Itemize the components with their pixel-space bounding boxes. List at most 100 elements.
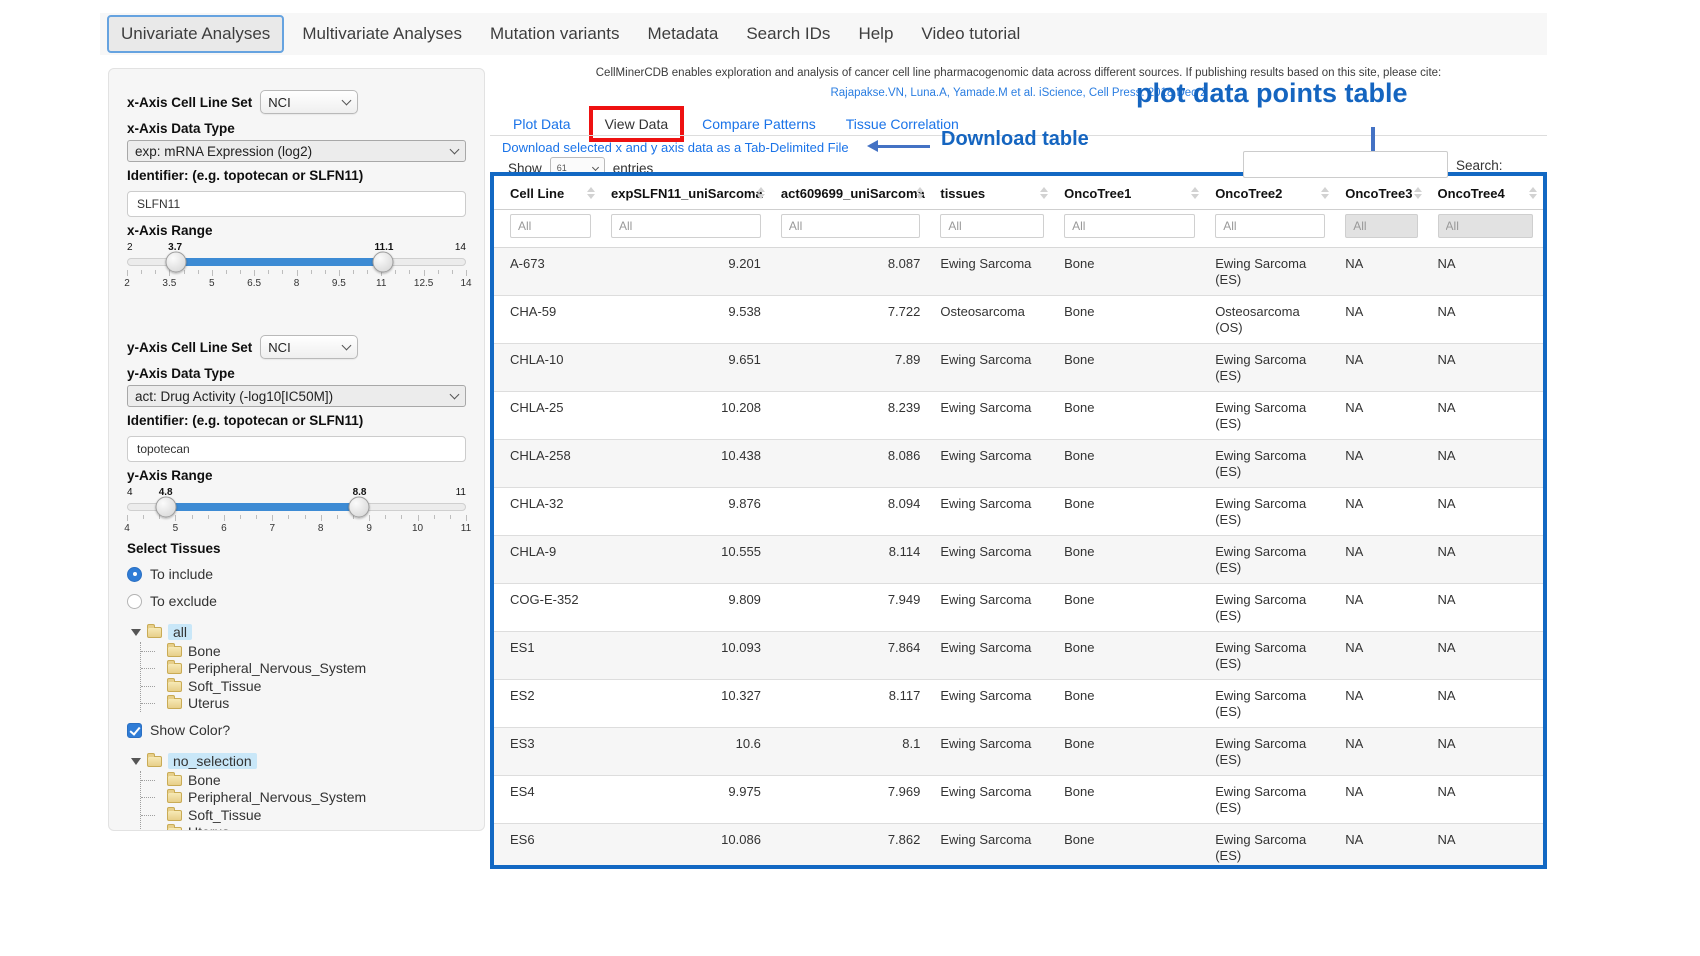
sort-icon[interactable]	[1529, 187, 1537, 199]
sort-icon[interactable]	[916, 187, 924, 199]
table-cell: 7.864	[771, 632, 930, 680]
search-input[interactable]	[1243, 151, 1448, 178]
tree-root-label[interactable]: no_selection	[168, 753, 257, 769]
column-header-expslfn11-unisarcoma[interactable]: expSLFN11_uniSarcoma	[601, 176, 771, 210]
slider-handle-high[interactable]	[373, 252, 394, 273]
column-filter-input-expslfn11-unisarcoma[interactable]	[611, 214, 761, 238]
table-cell: NA	[1335, 392, 1427, 440]
tree-node-soft-tissue[interactable]: Soft_Tissue	[157, 806, 466, 824]
tree-node-peripheral-nervous-system[interactable]: Peripheral_Nervous_System	[157, 789, 466, 807]
x-data-type-select[interactable]: exp: mRNA Expression (log2)	[127, 140, 466, 162]
show-color-checkbox[interactable]: Show Color?	[127, 721, 466, 739]
x-cell-line-set-label: x-Axis Cell Line Set	[127, 95, 252, 110]
y-data-type-select[interactable]: act: Drug Activity (-log10[IC50M])	[127, 385, 466, 407]
tree-node-bone[interactable]: Bone	[157, 771, 466, 789]
table-row-a-673[interactable]: A-6739.2018.087Ewing SarcomaBoneEwing Sa…	[494, 248, 1543, 296]
y-cell-line-set-label: y-Axis Cell Line Set	[127, 340, 252, 355]
column-header-cell-line[interactable]: Cell Line	[494, 176, 601, 210]
column-filter-input-oncotree2[interactable]	[1215, 214, 1325, 238]
table-row-es3[interactable]: ES310.68.1Ewing SarcomaBoneEwing Sarcoma…	[494, 728, 1543, 776]
nav-tab-search-ids[interactable]: Search IDs	[732, 24, 844, 44]
slider-selected-range	[176, 258, 384, 266]
tree-expander-icon[interactable]	[131, 629, 141, 636]
table-cell: Ewing Sarcoma	[930, 680, 1054, 728]
to-include-radio[interactable]: To include	[127, 565, 466, 583]
table-cell: 8.1	[771, 728, 930, 776]
table-cell: Ewing Sarcoma	[930, 584, 1054, 632]
nav-tab-multivariate-analyses[interactable]: Multivariate Analyses	[288, 24, 476, 44]
table-cell: 9.651	[601, 344, 771, 392]
table-row-chla-10[interactable]: CHLA-109.6517.89Ewing SarcomaBoneEwing S…	[494, 344, 1543, 392]
tree-node-soft-tissue[interactable]: Soft_Tissue	[157, 677, 466, 695]
tab-view-data[interactable]: View Data	[589, 106, 685, 142]
slider-tick-label: 2	[124, 278, 130, 289]
table-cell: Bone	[1054, 824, 1205, 870]
nav-tab-help[interactable]: Help	[844, 24, 907, 44]
table-cell: NA	[1335, 632, 1427, 680]
table-row-es4[interactable]: ES49.9757.969Ewing SarcomaBoneEwing Sarc…	[494, 776, 1543, 824]
nav-tab-video-tutorial[interactable]: Video tutorial	[907, 24, 1034, 44]
x-identifier-input[interactable]	[127, 191, 466, 217]
column-header-oncotree4[interactable]: OncoTree4	[1428, 176, 1543, 210]
slider-track[interactable]	[127, 503, 466, 511]
y-range-slider[interactable]: 4 4.8 8.8 11 4567891011	[127, 487, 466, 535]
x-range-slider[interactable]: 2 3.7 11.1 14 23.556.589.51112.514	[127, 242, 466, 290]
slider-tick-label: 5	[173, 523, 179, 534]
x-cell-line-set-select[interactable]: NCI	[260, 90, 358, 114]
to-exclude-radio[interactable]: To exclude	[127, 592, 466, 610]
sort-icon[interactable]	[1191, 187, 1199, 199]
slider-handle-low[interactable]	[156, 497, 177, 518]
table-cell: CHLA-10	[494, 344, 601, 392]
y-cell-line-set-select[interactable]: NCI	[260, 335, 358, 359]
sort-icon[interactable]	[757, 187, 765, 199]
table-cell: A-673	[494, 248, 601, 296]
column-filter-input-act609699-unisarcoma[interactable]	[781, 214, 920, 238]
plot-data-points-table: Cell Line expSLFN11_uniSarcoma act609699…	[490, 172, 1547, 869]
column-filter-input-cell-line[interactable]	[510, 214, 591, 238]
column-header-oncotree2[interactable]: OncoTree2	[1205, 176, 1335, 210]
download-tab-delimited-link[interactable]: Download selected x and y axis data as a…	[502, 140, 849, 155]
table-row-cha-59[interactable]: CHA-599.5387.722OsteosarcomaBoneOsteosar…	[494, 296, 1543, 344]
nav-tab-univariate-analyses[interactable]: Univariate Analyses	[107, 15, 284, 53]
sort-icon[interactable]	[1321, 187, 1329, 199]
slider-selected-range	[166, 503, 359, 511]
column-header-tissues[interactable]: tissues	[930, 176, 1054, 210]
nav-tab-metadata[interactable]: Metadata	[633, 24, 732, 44]
x-data-type-label: x-Axis Data Type	[127, 121, 466, 136]
y-identifier-label: Identifier: (e.g. topotecan or SLFN11)	[127, 413, 466, 428]
column-header-act609699-unisarcoma[interactable]: act609699_uniSarcoma	[771, 176, 930, 210]
table-row-chla-32[interactable]: CHLA-329.8768.094Ewing SarcomaBoneEwing …	[494, 488, 1543, 536]
tree-expander-icon[interactable]	[131, 758, 141, 765]
table-row-chla-9[interactable]: CHLA-910.5558.114Ewing SarcomaBoneEwing …	[494, 536, 1543, 584]
column-header-oncotree1[interactable]: OncoTree1	[1054, 176, 1205, 210]
tree-root-label[interactable]: all	[168, 624, 192, 640]
y-identifier-input[interactable]	[127, 436, 466, 462]
table-row-cog-e-352[interactable]: COG-E-3529.8097.949Ewing SarcomaBoneEwin…	[494, 584, 1543, 632]
column-filter-input-oncotree1[interactable]	[1064, 214, 1195, 238]
table-row-es1[interactable]: ES110.0937.864Ewing SarcomaBoneEwing Sar…	[494, 632, 1543, 680]
nav-tab-mutation-variants[interactable]: Mutation variants	[476, 24, 633, 44]
show-color-label: Show Color?	[150, 722, 230, 738]
tree-node-peripheral-nervous-system[interactable]: Peripheral_Nervous_System	[157, 660, 466, 678]
sort-icon[interactable]	[1040, 187, 1048, 199]
table-cell: Bone	[1054, 632, 1205, 680]
slider-handle-low[interactable]	[165, 252, 186, 273]
column-filter-input-tissues[interactable]	[940, 214, 1044, 238]
annotation-plot-data-points-table: plot data points table	[1136, 78, 1408, 109]
table-row-chla-258[interactable]: CHLA-25810.4388.086Ewing SarcomaBoneEwin…	[494, 440, 1543, 488]
slider-handle-high[interactable]	[349, 497, 370, 518]
slider-track[interactable]	[127, 258, 466, 266]
tree-node-uterus[interactable]: Uterus	[157, 695, 466, 713]
sort-icon[interactable]	[1414, 187, 1422, 199]
table-row-chla-25[interactable]: CHLA-2510.2088.239Ewing SarcomaBoneEwing…	[494, 392, 1543, 440]
view-tabs: Plot DataView DataCompare PatternsTissue…	[498, 106, 974, 142]
table-row-es2[interactable]: ES210.3278.117Ewing SarcomaBoneEwing Sar…	[494, 680, 1543, 728]
sort-icon[interactable]	[587, 187, 595, 199]
table-row-es6[interactable]: ES610.0867.862Ewing SarcomaBoneEwing Sar…	[494, 824, 1543, 870]
column-header-oncotree3[interactable]: OncoTree3	[1335, 176, 1427, 210]
tree-node-bone[interactable]: Bone	[157, 642, 466, 660]
table-cell: 10.438	[601, 440, 771, 488]
tree-node-uterus[interactable]: Uterus	[157, 824, 466, 832]
slider-tick-label: 8	[294, 278, 300, 289]
x-cell-line-set-value: NCI	[268, 95, 290, 110]
